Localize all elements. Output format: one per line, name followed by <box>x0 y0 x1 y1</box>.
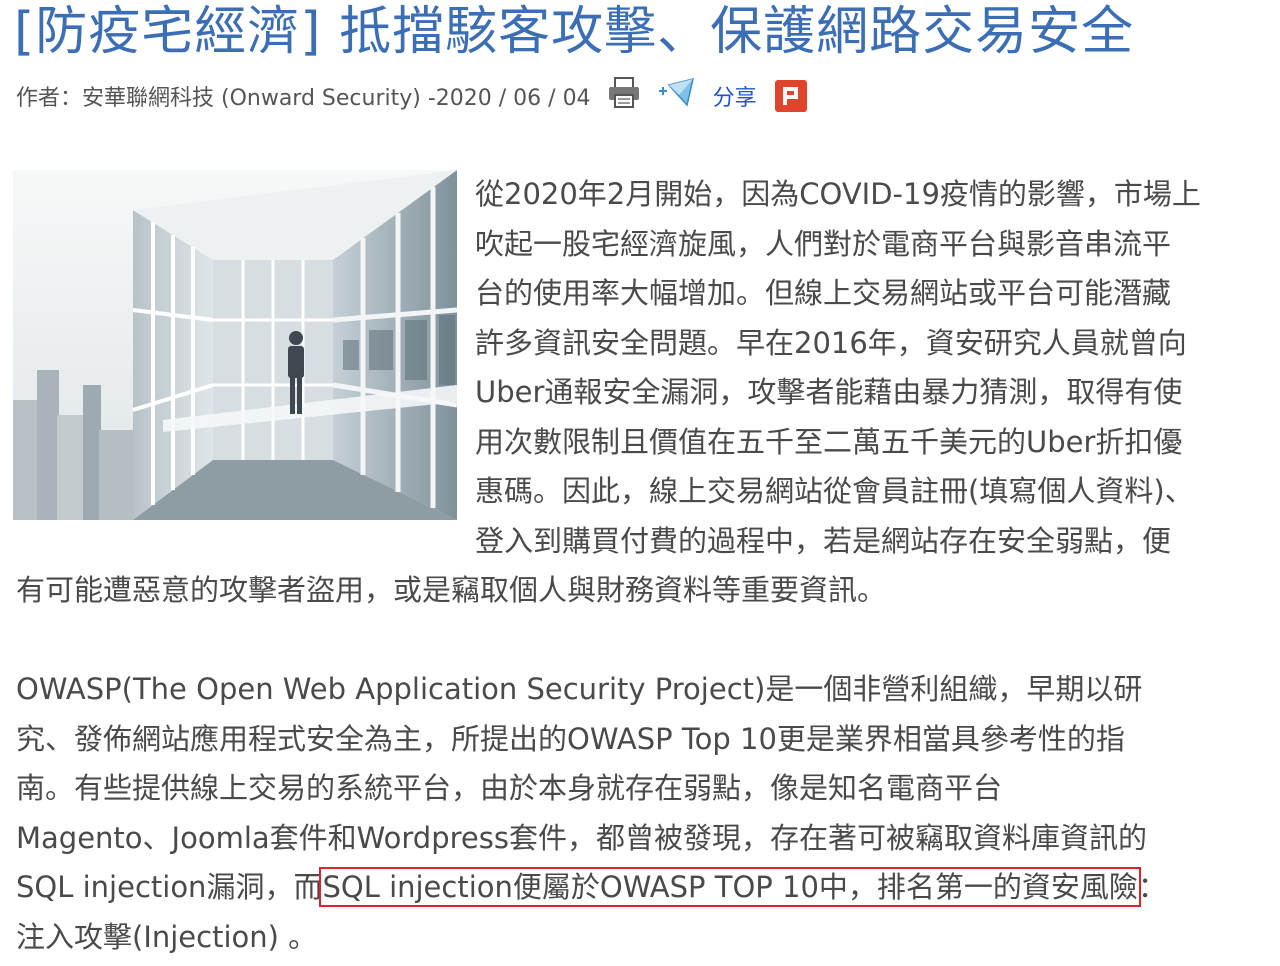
paragraph-line: 從2020年2月開始，因為COVID-19疫情的影響，市場上 <box>475 177 1201 211</box>
article-byline: 作者：安華聯網科技 (Onward Security) -2020 / 06 /… <box>16 77 807 115</box>
paragraph-line: Uber通報安全漏洞，攻擊者能藉由暴力猜測，取得有使 <box>475 375 1183 409</box>
paragraph-line: 有可能遭惡意的攻擊者盜用，或是竊取個人與財務資料等重要資訊。 <box>16 573 887 607</box>
paragraph-line: OWASP(The Open Web Application Security … <box>16 672 1143 706</box>
paragraph-line: SQL injection漏洞，而SQL injection便屬於OWASP T… <box>16 863 1167 913</box>
paragraph-line: 吹起一股宅經濟旋風，人們對於電商平台與影音串流平 <box>475 226 1172 261</box>
share-link[interactable]: 分享 <box>713 80 757 112</box>
paragraph-line: 登入到購買付費的過程中，若是網站存在安全弱點，便 <box>475 523 1172 558</box>
author-date: 作者：安華聯網科技 (Onward Security) -2020 / 06 /… <box>16 86 591 111</box>
article-title: [防疫宅經濟] 抵擋駭客攻擊、保護網路交易安全 <box>14 2 1135 62</box>
highlighted-text-box: SQL injection便屬於OWASP TOP 10中，排名第一的資安風險 <box>319 867 1141 907</box>
paragraph-line: 用次數限制且價值在五千至二萬五千美元的Uber折扣優 <box>475 424 1183 459</box>
paragraph-line: 許多資訊安全問題。早在2016年，資安研究人員就曾向 <box>475 325 1187 360</box>
send-email-icon[interactable] <box>657 77 699 115</box>
paragraph-line: Magento、Joomla套件和Wordpress套件，都曾被發現，存在著可被… <box>16 820 1147 855</box>
paragraph-text: ： <box>1137 870 1167 904</box>
plurk-share-icon[interactable] <box>774 80 807 112</box>
article-paragraph-1: 從2020年2月開始，因為COVID-19疫情的影響，市場上 吹起一股宅經濟旋風… <box>475 170 1201 566</box>
paragraph-line: 究、發佈網站應用程式安全為主，所提出的OWASP Top 10更是業界相當具參考… <box>16 721 1125 756</box>
paragraph-line: 惠碼。因此，線上交易網站從會員註冊(填寫個人資料)、 <box>475 474 1194 508</box>
paragraph-text: SQL injection漏洞，而 <box>16 870 323 904</box>
paragraph-line: 南。有些提供線上交易的系統平台，由於本身就存在弱點，像是知名電商平台 <box>16 771 1003 805</box>
article-photo <box>13 170 457 520</box>
paragraph-line: 注入攻擊(Injection) 。 <box>16 919 318 954</box>
article-paragraph-2: OWASP(The Open Web Application Security … <box>16 665 1167 962</box>
paragraph-line: 台的使用率大幅增加。但線上交易網站或平台可能潛藏 <box>475 276 1172 310</box>
printer-icon[interactable] <box>607 77 641 115</box>
